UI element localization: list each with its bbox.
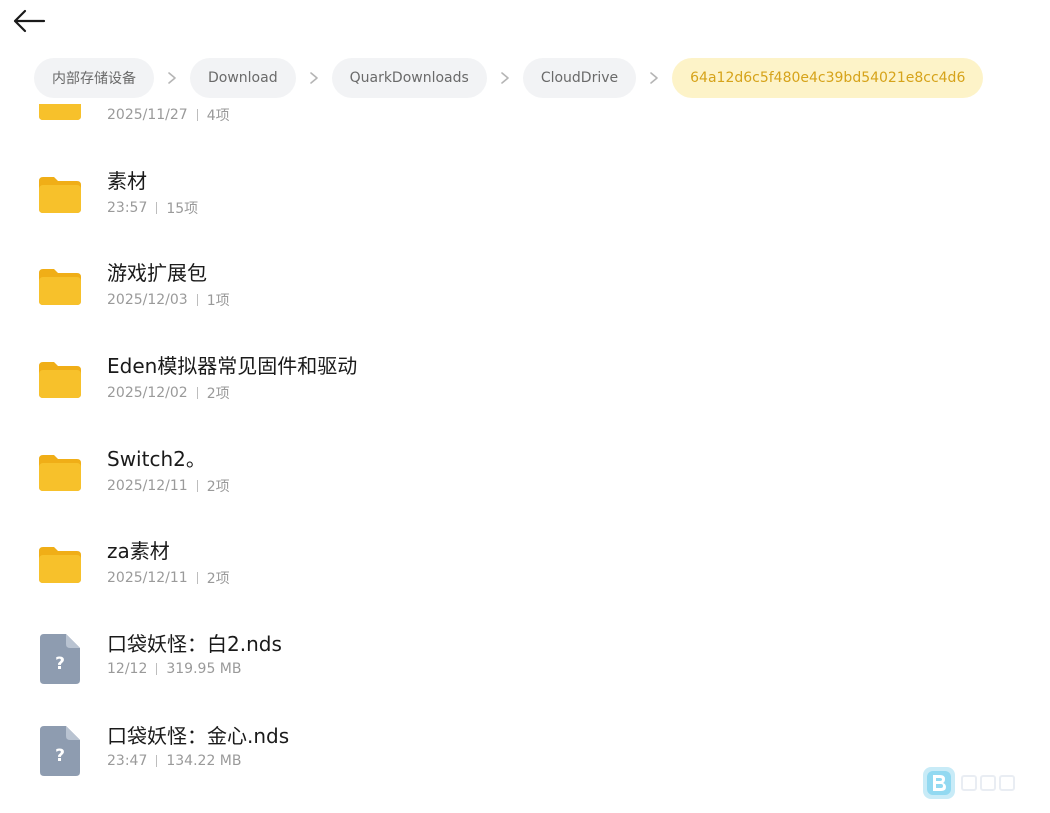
breadcrumb-label: 64a12d6c5f480e4c39bd54021e8cc4d6 <box>690 70 966 86</box>
meta-divider <box>156 202 158 214</box>
breadcrumb-item-current-folder[interactable]: 64a12d6c5f480e4c39bd54021e8cc4d6 <box>672 58 984 98</box>
file-date: 23:47 <box>107 753 148 769</box>
file-detail: 15项 <box>166 201 199 217</box>
file-meta: 2025/11/27 4项 <box>107 105 230 125</box>
file-meta: 23:57 15项 <box>107 198 198 218</box>
breadcrumb-label: 内部存储设备 <box>52 71 136 87</box>
breadcrumb-separator <box>487 58 523 98</box>
file-meta: 2025/12/02 2项 <box>107 383 230 403</box>
file-name: 口袋妖怪：金心.nds <box>107 724 290 748</box>
breadcrumb-label: QuarkDownloads <box>349 70 469 86</box>
file-list: 2025/11/27 4项 素材 23:57 15项 游戏扩展包 2025/12… <box>0 72 1050 813</box>
file-date: 23:57 <box>107 200 148 216</box>
unknown-file-icon: ? <box>40 726 80 776</box>
file-meta: 2025/12/11 2项 <box>107 568 230 588</box>
file-detail: 4项 <box>206 108 230 124</box>
breadcrumb-separator <box>636 58 672 98</box>
file-detail: 319.95 MB <box>166 661 242 677</box>
folder-icon <box>39 547 81 583</box>
file-name: Eden模拟器常见固件和驱动 <box>107 354 358 378</box>
breadcrumb: 内部存储设备 Download QuarkDownloads CloudDriv… <box>34 58 984 98</box>
meta-divider <box>196 294 198 306</box>
meta-divider <box>196 480 198 492</box>
watermark <box>922 766 1018 800</box>
file-date: 2025/11/27 <box>107 107 188 123</box>
chevron-right-icon <box>168 72 176 84</box>
file-meta: 23:47 134.22 MB <box>107 753 241 769</box>
file-detail: 1项 <box>206 293 230 309</box>
file-name: 素材 <box>107 169 147 193</box>
file-detail: 134.22 MB <box>166 753 242 769</box>
list-item[interactable]: ? 口袋妖怪：白2.nds 12/12 319.95 MB <box>0 612 1050 704</box>
list-item[interactable]: 素材 23:57 15项 <box>0 149 1050 241</box>
meta-divider <box>196 387 198 399</box>
breadcrumb-label: Download <box>208 70 278 86</box>
chevron-right-icon <box>501 72 509 84</box>
file-detail: 2项 <box>206 571 230 587</box>
file-meta: 2025/12/11 2项 <box>107 476 230 496</box>
question-mark-glyph: ? <box>55 654 65 674</box>
file-manager-screen: 2025/11/27 4项 素材 23:57 15项 游戏扩展包 2025/12… <box>0 0 1050 813</box>
back-button[interactable] <box>8 4 50 38</box>
breadcrumb-separator <box>296 58 332 98</box>
file-detail: 2项 <box>206 479 230 495</box>
meta-divider <box>196 109 198 121</box>
chevron-right-icon <box>309 72 318 84</box>
list-item[interactable]: za素材 2025/12/11 2项 <box>0 519 1050 611</box>
folder-icon <box>39 177 81 213</box>
file-detail: 2项 <box>206 386 230 402</box>
arrow-left-icon <box>13 9 46 33</box>
meta-divider <box>156 663 158 675</box>
file-meta: 2025/12/03 1项 <box>107 290 230 310</box>
list-item[interactable]: Switch2。 2025/12/11 2项 <box>0 427 1050 519</box>
breadcrumb-separator <box>154 58 190 98</box>
breadcrumb-item-download[interactable]: Download <box>190 58 296 98</box>
meta-divider <box>196 572 198 584</box>
file-date: 2025/12/03 <box>107 292 188 308</box>
list-item[interactable]: ? 口袋妖怪：金心.nds 23:47 134.22 MB <box>0 704 1050 796</box>
file-name: 口袋妖怪：白2.nds <box>107 632 282 656</box>
chevron-right-icon <box>650 72 658 84</box>
breadcrumb-label: CloudDrive <box>540 70 619 86</box>
file-meta: 12/12 319.95 MB <box>107 661 241 677</box>
file-name: Switch2。 <box>107 447 206 471</box>
folder-icon <box>39 362 81 398</box>
folder-icon <box>39 269 81 305</box>
file-date: 2025/12/11 <box>107 478 188 494</box>
meta-divider <box>156 755 158 767</box>
unknown-file-icon: ? <box>40 634 80 684</box>
file-date: 2025/12/02 <box>107 385 188 401</box>
breadcrumb-item-internal-storage[interactable]: 内部存储设备 <box>34 58 154 98</box>
breadcrumb-item-clouddrive[interactable]: CloudDrive <box>522 58 637 98</box>
watermark-text-mark <box>961 775 1015 791</box>
file-name: za素材 <box>107 539 170 563</box>
file-date: 12/12 <box>107 661 148 677</box>
question-mark-glyph: ? <box>55 746 65 766</box>
watermark-logo-icon <box>923 767 955 799</box>
file-name: 游戏扩展包 <box>107 261 207 285</box>
file-date: 2025/12/11 <box>107 570 188 586</box>
breadcrumb-item-quarkdownloads[interactable]: QuarkDownloads <box>331 58 487 98</box>
folder-icon <box>39 455 81 491</box>
list-item[interactable]: 游戏扩展包 2025/12/03 1项 <box>0 241 1050 333</box>
list-item[interactable]: Eden模拟器常见固件和驱动 2025/12/02 2项 <box>0 334 1050 426</box>
